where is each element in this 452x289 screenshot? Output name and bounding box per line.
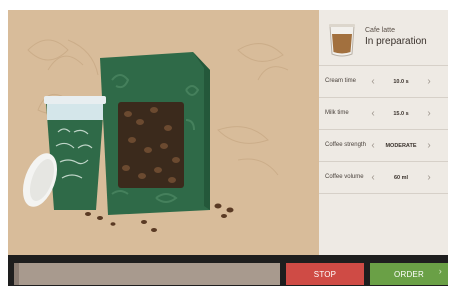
order-button[interactable]: ORDER › [370,263,448,285]
setting-label: Coffee volume [325,173,364,180]
product-header: Cafe latte In preparation [319,10,448,66]
chevron-right-icon[interactable]: › [423,76,435,87]
coffee-machine-screen: Cafe latte In preparation Cream time ‹ 1… [8,10,448,286]
chevron-left-icon[interactable]: ‹ [367,172,379,183]
bottom-action-bar: STOP ORDER › [8,255,448,286]
chevron-left-icon[interactable]: ‹ [367,76,379,87]
setting-value: 60 ml [393,174,409,181]
product-hero-image [8,10,319,255]
chevron-right-icon[interactable]: › [423,108,435,119]
coffee-bag [100,52,210,215]
preparation-progress-bar [14,263,280,285]
setting-label: Coffee strength [325,141,366,148]
setting-label: Milk time [325,109,349,116]
chevron-right-icon[interactable]: › [423,140,435,151]
hero-illustration [22,39,289,232]
stop-button[interactable]: STOP [286,263,364,285]
order-button-label: ORDER [394,269,424,279]
setting-row-coffee-strength: Coffee strength ‹ MODERATE › [319,130,448,162]
setting-value: 10.0 s [393,78,409,85]
setting-row-milk-time: Milk time ‹ 15.0 s › [319,98,448,130]
preparation-status: In preparation [365,36,427,48]
chevron-right-icon[interactable]: › [423,172,435,183]
setting-label: Cream time [325,77,357,84]
product-name: Cafe latte [365,26,395,34]
chevron-left-icon[interactable]: ‹ [367,108,379,119]
setting-value: 15.0 s [393,110,409,117]
chevron-right-icon: › [438,266,442,276]
chevron-left-icon[interactable]: ‹ [367,140,379,151]
setting-row-coffee-volume: Coffee volume ‹ 60 ml › [319,162,448,194]
coffee-cup-icon [329,23,355,56]
setting-value: MODERATE [385,142,417,149]
setting-row-cream-time: Cream time ‹ 10.0 s › [319,66,448,98]
progress-fill [14,263,20,285]
drink-settings-panel: Cafe latte In preparation Cream time ‹ 1… [319,10,448,255]
paper-cup [44,96,106,210]
